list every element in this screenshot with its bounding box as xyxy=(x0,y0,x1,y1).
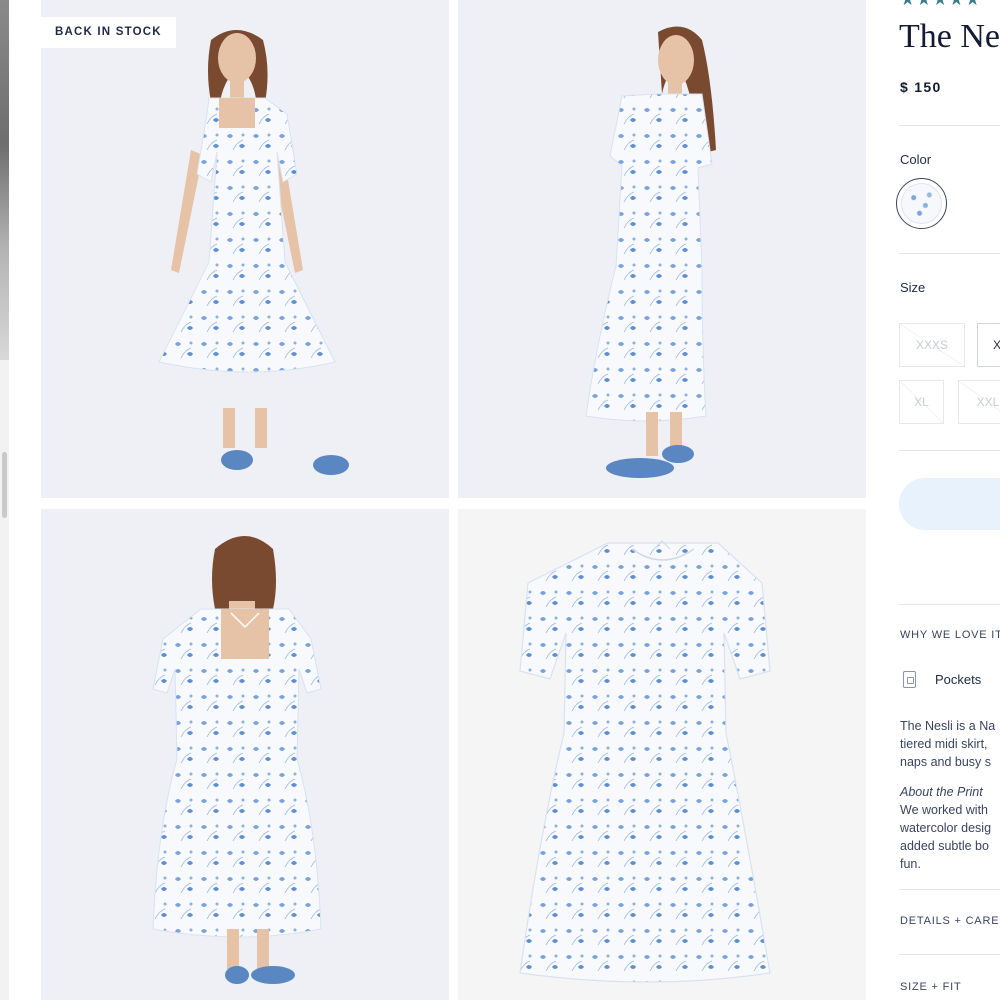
size-option-xs[interactable]: X xyxy=(977,323,1000,367)
color-swatch[interactable] xyxy=(896,178,947,229)
description-line: The Nesli is a Na xyxy=(900,719,996,733)
size-option-xl[interactable]: XL xyxy=(899,380,944,424)
divider xyxy=(899,954,1000,955)
divider xyxy=(899,125,1000,126)
product-title: The Nesli xyxy=(899,18,1000,55)
size-option-xxl[interactable]: XXL xyxy=(958,380,1000,424)
divider xyxy=(899,604,1000,605)
size-label: Size xyxy=(900,280,926,295)
divider xyxy=(899,450,1000,451)
size-fit-heading[interactable]: SIZE + FIT xyxy=(900,981,961,993)
adjacent-photo-edge xyxy=(0,0,9,360)
dress-flat-illustration xyxy=(458,509,866,1000)
about-print-heading: About the Print xyxy=(900,785,983,799)
model-back-illustration xyxy=(41,509,449,1000)
pocket-icon xyxy=(903,671,916,688)
description-line: tiered midi skirt, xyxy=(900,737,988,751)
divider xyxy=(899,889,1000,890)
product-image-back[interactable] xyxy=(41,509,449,1000)
product-price: $ 150 xyxy=(900,79,942,95)
product-image-front[interactable] xyxy=(41,0,449,498)
product-image-side[interactable] xyxy=(458,0,866,498)
about-print-line: We worked with xyxy=(900,803,988,817)
add-to-bag-button[interactable] xyxy=(899,478,1000,530)
model-front-illustration xyxy=(41,0,449,498)
about-print-line: watercolor desig xyxy=(900,821,992,835)
why-we-love-it-heading[interactable]: WHY WE LOVE IT xyxy=(900,629,1000,641)
divider xyxy=(899,253,1000,254)
product-image-flat[interactable] xyxy=(458,509,866,1000)
feature-pockets: Pockets xyxy=(935,672,982,687)
details-care-heading[interactable]: DETAILS + CARE xyxy=(900,915,999,927)
floral-swatch-icon xyxy=(901,183,942,224)
size-option-xxxs[interactable]: XXXS xyxy=(899,323,965,367)
about-print-line: fun. xyxy=(900,857,921,871)
product-details-panel: ★★★★★ The Nesli $ 150 Color Size XXXS X … xyxy=(878,0,1000,1000)
back-in-stock-badge: BACK IN STOCK xyxy=(41,17,176,48)
scrollbar-handle[interactable] xyxy=(2,452,7,518)
model-side-illustration xyxy=(458,0,866,498)
browser-left-strip xyxy=(0,0,9,1000)
description-line: naps and busy s xyxy=(900,755,992,769)
rating-stars[interactable]: ★★★★★ xyxy=(900,0,981,10)
about-print-line: added subtle bo xyxy=(900,839,989,853)
color-label: Color xyxy=(900,152,932,167)
